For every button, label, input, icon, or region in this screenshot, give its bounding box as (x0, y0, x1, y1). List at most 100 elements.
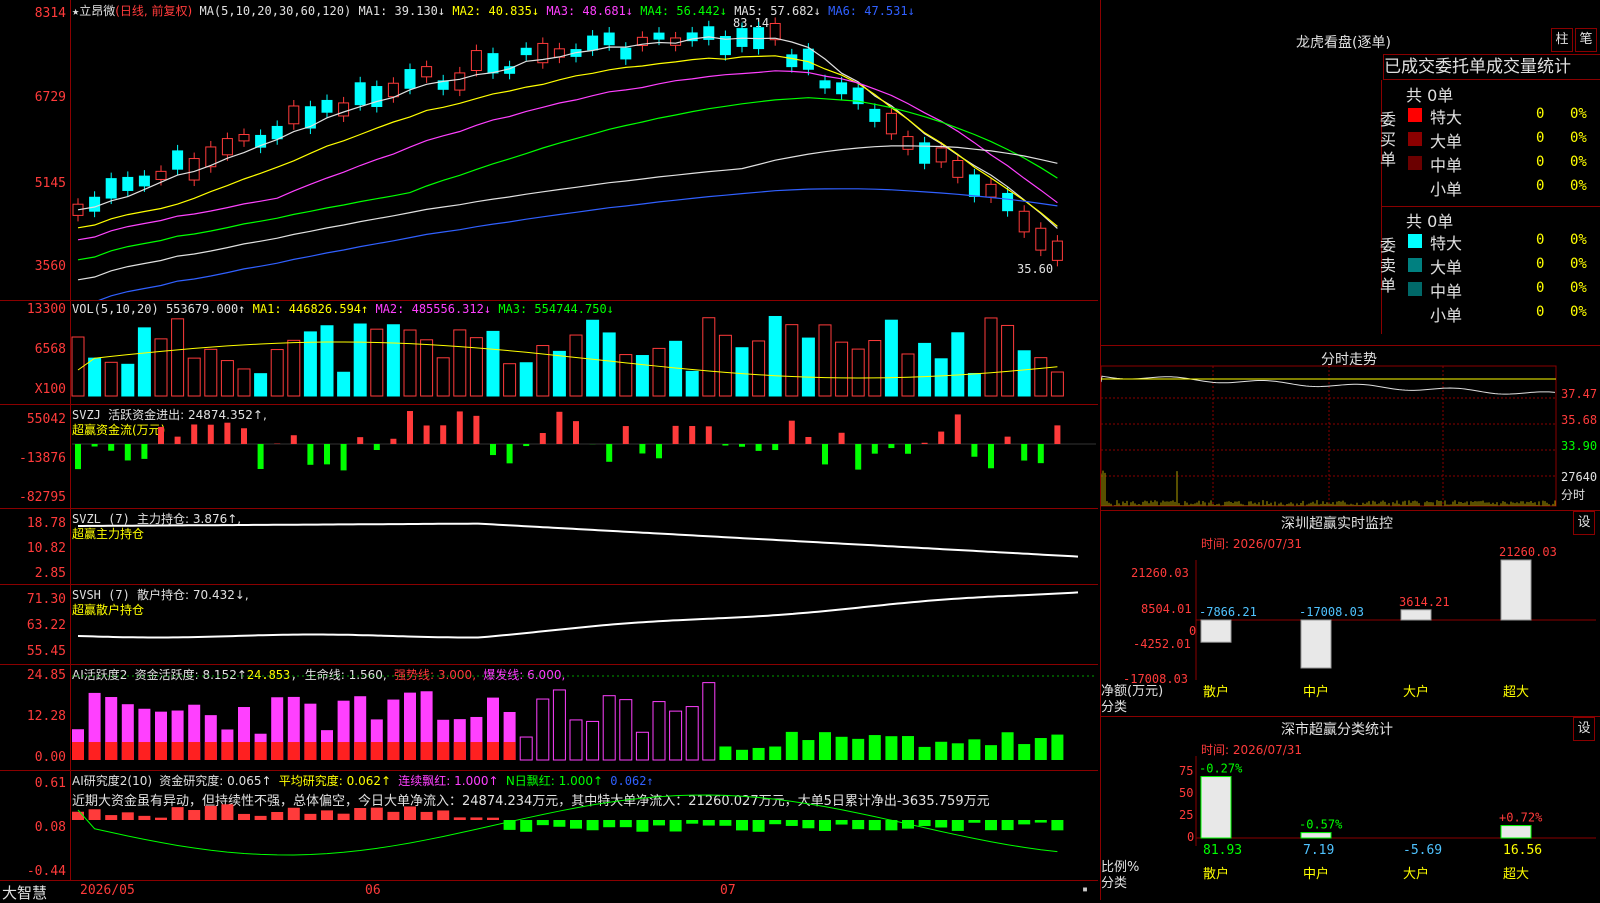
candle (903, 137, 913, 150)
sell-side-char: 单 (1380, 276, 1402, 296)
volume-bar (786, 325, 798, 396)
volume-bar (271, 350, 283, 396)
activity-bar (686, 707, 698, 760)
research-bar (172, 807, 184, 820)
volume-bar (1018, 351, 1030, 396)
activity-base-bar (404, 742, 416, 760)
activity-base-bar (354, 742, 366, 760)
flow-bar (1054, 425, 1060, 444)
flow-bar (772, 444, 778, 450)
volume-bar (437, 358, 449, 396)
flow-bar (955, 414, 961, 444)
research-bar (304, 814, 316, 820)
research-bar (454, 817, 466, 820)
activity-bars (0, 664, 1098, 770)
research-bar (802, 820, 814, 828)
candlestick-chart[interactable] (0, 0, 1098, 300)
candle (106, 179, 116, 198)
sc-change-label: +0.72% (1499, 811, 1543, 825)
candle (969, 175, 979, 196)
volume-bar (155, 339, 167, 396)
order-size-swatch (1408, 108, 1422, 122)
candle (455, 73, 465, 90)
research-bar (537, 820, 549, 825)
activity-bar (852, 739, 864, 760)
volume-bar (570, 335, 582, 396)
flow-bar (556, 412, 562, 444)
fund-flow-bars (0, 404, 1098, 508)
svzj-pane[interactable]: 55042 -13876 -82795 SVZJ 活跃资金进出: 24874.3… (0, 404, 1098, 509)
date-axis: 大智慧 2026/05 06 07 ▪ (0, 880, 1098, 901)
activity-base-bar (238, 742, 250, 760)
volume-bar (404, 330, 416, 396)
research-bar (852, 820, 864, 829)
sc-value-label: 81.93 (1203, 843, 1242, 858)
svzl-pane[interactable]: 18.78 10.82 2.85 SVZL (7) 主力持仓: 3.876↑, … (0, 508, 1098, 585)
holding-line (78, 524, 1078, 557)
flow-bar (75, 444, 81, 469)
research-bar (321, 810, 333, 820)
activity-base-bar (288, 742, 300, 760)
volume-bar (371, 329, 383, 396)
volume-bar (902, 354, 914, 396)
ai-research-pane[interactable]: 0.61 0.08 -0.44 AI研究度2(10) 资金研究度: 0.065↑… (0, 770, 1098, 881)
svsh-pane[interactable]: 71.30 63.22 55.45 SVSH (7) 散户持仓: 70.432↓… (0, 584, 1098, 665)
research-bar (603, 820, 615, 827)
buy-side-box: 委 买 单 共 0单 特大00%大单00%中单00%小单00% (1381, 80, 1600, 207)
volume-bar (1035, 358, 1047, 396)
activity-base-bar (105, 742, 117, 760)
volume-bar (304, 332, 316, 396)
flow-bar (457, 411, 463, 444)
flow-bar (639, 444, 645, 453)
candle (139, 176, 149, 186)
activity-bar (786, 732, 798, 760)
candle (621, 48, 631, 59)
flow-bar (739, 444, 745, 447)
order-count: 0 (1536, 256, 1544, 272)
activity-base-bar (421, 742, 433, 760)
flow-bar (224, 423, 230, 444)
sc-change-label: -0.27% (1199, 762, 1243, 776)
activity-base-bar (89, 742, 101, 760)
ai-activity-pane[interactable]: 24.85 12.28 0.00 AI活跃度2 资金活跃度: 8.152↑24.… (0, 664, 1098, 771)
research-bar (89, 809, 101, 820)
column-view-button[interactable]: 柱 (1551, 28, 1573, 52)
flow-bar (938, 432, 944, 444)
order-count: 0 (1536, 106, 1544, 122)
volume-bar (504, 364, 516, 396)
flow-bar (424, 425, 430, 444)
activity-bar (1035, 738, 1047, 760)
volume-bar (470, 338, 482, 396)
flow-bar (175, 437, 181, 444)
flow-bar (722, 444, 728, 446)
candle (837, 83, 847, 94)
order-size-label: 中单 (1430, 278, 1462, 302)
flow-bar (756, 444, 762, 451)
sz-category-label: 中户 (1303, 684, 1329, 700)
date-label: 07 (720, 883, 736, 898)
intraday-panel[interactable]: 分时走势 37.47 35.68 33.90 27640 分时 (1100, 346, 1600, 511)
flow-bar (158, 427, 164, 444)
volume-bar (985, 318, 997, 396)
flow-bar (971, 444, 977, 457)
price-pane[interactable]: 8314 6729 5145 3560 ★立昂微(日线, 前复权) MA(5,1… (0, 0, 1098, 301)
order-size-label: 小单 (1430, 176, 1462, 200)
flow-bar (507, 444, 513, 463)
volume-bar (753, 341, 765, 396)
activity-base-bar (172, 742, 184, 760)
volume-bar (636, 356, 648, 396)
tick-view-button[interactable]: 笔 (1575, 28, 1597, 52)
activity-bar (636, 732, 648, 760)
order-size-label: 大单 (1430, 254, 1462, 278)
volume-pane[interactable]: 13300 6568 X100 VOL(5,10,20) 553679.000↑… (0, 300, 1098, 405)
sz-category-label: 大户 (1403, 684, 1429, 700)
order-percent: 0% (1570, 178, 1587, 194)
sz-value-label: -7866.21 (1199, 605, 1257, 619)
flow-bar (922, 443, 928, 444)
order-percent: 0% (1570, 106, 1587, 122)
flow-bar (988, 444, 994, 468)
volume-bar (553, 351, 565, 396)
activity-bar (1002, 732, 1014, 760)
sz-category-label: 散户 (1203, 684, 1229, 700)
activity-bar (670, 711, 682, 760)
